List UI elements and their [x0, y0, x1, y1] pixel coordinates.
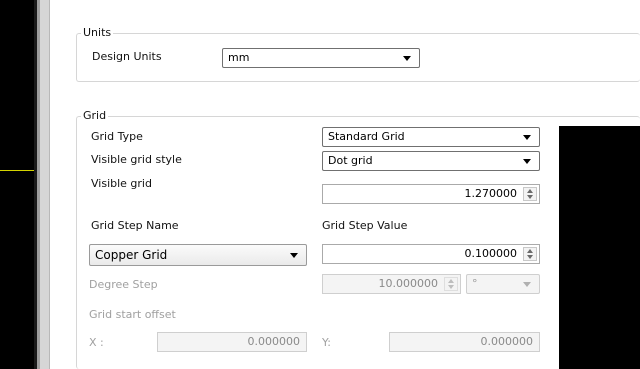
chevron-down-icon	[403, 56, 411, 61]
degree-step-value: 10.000000	[378, 277, 439, 290]
spin-up-icon	[448, 279, 454, 283]
degree-step-label: Degree Step	[89, 278, 158, 291]
chevron-down-icon	[523, 159, 531, 164]
x-offset-field[interactable]: 0.000000	[157, 332, 307, 352]
spin-down-icon	[527, 195, 533, 199]
units-group-title: Units	[81, 26, 114, 39]
x-offset-label: X :	[89, 336, 104, 349]
grid-step-value: 0.100000	[464, 247, 518, 260]
spin-buttons[interactable]	[523, 247, 537, 261]
grid-step-name-value: Copper Grid	[95, 248, 168, 262]
chevron-down-icon	[523, 135, 531, 140]
panel-splitter-handle[interactable]	[40, 0, 50, 369]
y-offset-field[interactable]: 0.000000	[389, 332, 540, 352]
spin-down-icon	[448, 285, 454, 289]
grid-group-title: Grid	[81, 109, 109, 122]
design-units-value: mm	[228, 51, 250, 64]
editor-canvas[interactable]	[0, 0, 34, 369]
visible-grid-style-value: Dot grid	[328, 154, 373, 167]
y-offset-value: 0.000000	[480, 335, 534, 348]
spin-up-icon	[527, 249, 533, 253]
grid-type-label: Grid Type	[91, 130, 143, 143]
chevron-down-icon	[290, 253, 298, 258]
grid-preview-canvas	[559, 126, 640, 369]
visible-grid-style-select[interactable]: Dot grid	[322, 151, 540, 171]
grid-type-value: Standard Grid	[328, 130, 405, 143]
spin-down-icon	[527, 255, 533, 259]
spin-buttons[interactable]	[523, 187, 537, 201]
guide-line	[0, 170, 34, 171]
grid-start-offset-label: Grid start offset	[89, 308, 176, 321]
design-units-select[interactable]: mm	[222, 48, 420, 68]
visible-grid-style-label: Visible grid style	[91, 153, 182, 166]
degree-unit-value: °	[472, 277, 478, 290]
visible-grid-value: 1.270000	[464, 187, 518, 200]
grid-step-value-label: Grid Step Value	[322, 219, 408, 232]
spin-buttons[interactable]	[444, 277, 458, 291]
grid-type-select[interactable]: Standard Grid	[322, 127, 540, 147]
visible-grid-spinbox[interactable]: 1.270000	[322, 184, 540, 204]
y-offset-label: Y:	[322, 336, 331, 349]
x-offset-value: 0.000000	[247, 335, 301, 348]
degree-unit-select[interactable]: °	[466, 274, 540, 294]
spin-up-icon	[527, 189, 533, 193]
grid-step-value-spinbox[interactable]: 0.100000	[322, 244, 540, 264]
visible-grid-label: Visible grid	[91, 177, 152, 190]
design-units-label: Design Units	[92, 50, 162, 63]
grid-step-name-select[interactable]: Copper Grid	[89, 244, 307, 266]
chevron-down-icon	[523, 282, 531, 287]
grid-step-name-label: Grid Step Name	[91, 219, 179, 232]
degree-step-spinbox[interactable]: 10.000000	[322, 274, 461, 294]
